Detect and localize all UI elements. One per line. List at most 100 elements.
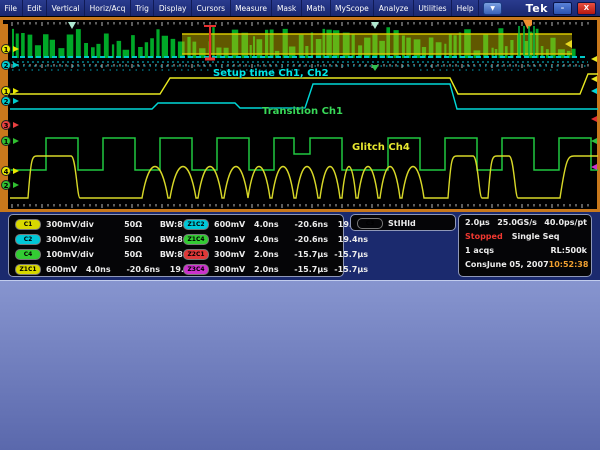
channel-marker-1[interactable]: 1 [1, 44, 11, 54]
channel-badge-z1c1[interactable]: Z1C1 [15, 264, 41, 275]
menu-item-cursors[interactable]: Cursors [192, 0, 231, 16]
menu-item-file[interactable]: File [0, 0, 23, 16]
bus-readout-box: C3 StIHld [350, 214, 456, 231]
menu-bar: FileEditVerticalHoriz/AcqTrigDisplayCurs… [0, 0, 600, 17]
readout-field: 2.0ns [254, 250, 284, 259]
channel-marker-arrow [13, 46, 19, 52]
channel-marker-2[interactable]: 2 [1, 60, 11, 70]
channel-marker-2[interactable]: 2 [1, 96, 11, 106]
channel-marker-arrow [13, 168, 19, 174]
readout-field: -15.7µs [328, 265, 368, 274]
readout-row: Z1C4100mV4.0ns-20.6ns19.4ns [183, 233, 368, 245]
acq-count: 1 acqs [465, 246, 494, 255]
bus-c3-badge[interactable]: C3 [357, 218, 383, 229]
menu-item-trig[interactable]: Trig [131, 0, 154, 16]
menu-item-math[interactable]: Math [302, 0, 331, 16]
channel-marker-2[interactable]: 2 [1, 180, 11, 190]
bus-label: StIHld [388, 219, 416, 228]
readout-row: C2300mV/div50ΩBW:8.0G [15, 233, 198, 245]
readout-field: 300mV/div [46, 220, 110, 229]
readout-row: Z3C4300mV2.0ns-15.7µs-15.7µs [183, 263, 368, 275]
channel-badge-c4[interactable]: C4 [15, 249, 41, 260]
minimize-button[interactable]: – [553, 2, 572, 15]
readout-field: -15.7µs [284, 265, 328, 274]
z3-zoom-label: Glitch Ch4 [352, 142, 410, 153]
level-arrow [591, 116, 597, 122]
readout-row: Z2C1300mV2.0ns-15.7µs-15.7µs [183, 248, 368, 260]
menu-item-analyze[interactable]: Analyze [374, 0, 414, 16]
readout-field: 50Ω [110, 250, 142, 259]
readout-field: 19.4ns [328, 235, 368, 244]
acquisition-readout-box: 2.0µs 25.0GS/s 40.0ps/pt Stopped Single … [458, 214, 592, 277]
readout-field: -15.7µs [284, 250, 328, 259]
channel-marker-1[interactable]: 1 [1, 136, 11, 146]
menu-dropdown-icon[interactable]: ▼ [483, 2, 502, 15]
menu-item-mask[interactable]: Mask [272, 0, 301, 16]
readout-row: C1300mV/div50ΩBW:8.0G [15, 218, 198, 230]
readout-field: 100mV [214, 235, 254, 244]
resolution-readout: 40.0ps/pt [544, 218, 587, 227]
channel-marker-arrow [13, 138, 19, 144]
readout-field: 600mV [46, 265, 86, 274]
level-arrow [591, 164, 597, 170]
level-arrow [591, 138, 597, 144]
acq-mode: Single Seq [512, 232, 560, 241]
readout-field: 300mV [214, 250, 254, 259]
time-readout: 10:52:38 [549, 260, 589, 269]
date-readout: June 05, 2007 [487, 260, 549, 269]
acq-status: Stopped [465, 232, 503, 241]
waveform-display[interactable]: Setup time Ch1, Ch2 Transition Ch1 Glitc… [0, 16, 600, 212]
channel-badge-z2c1[interactable]: Z2C1 [183, 249, 209, 260]
level-arrow [591, 56, 597, 62]
readout-field: 4.0ns [254, 220, 284, 229]
z2-zoom-label: Transition Ch1 [262, 106, 343, 117]
readout-field: 300mV [214, 265, 254, 274]
channel-badge-z3c4[interactable]: Z3C4 [183, 264, 209, 275]
menu-items: FileEditVerticalHoriz/AcqTrigDisplayCurs… [0, 0, 479, 16]
readout-field: 50Ω [110, 220, 142, 229]
oscilloscope-screen: FileEditVerticalHoriz/AcqTrigDisplayCurs… [0, 0, 600, 450]
readout-field: 300mV/div [46, 235, 110, 244]
menu-item-horizacq[interactable]: Horiz/Acq [85, 0, 131, 16]
control-window: SelectConfigureResultsViewMode Results: … [0, 280, 600, 450]
readout-field: -20.6ns [116, 265, 160, 274]
readout-field: 100mV/div [46, 250, 110, 259]
menu-item-measure[interactable]: Measure [231, 0, 273, 16]
channel-badge-c2[interactable]: C2 [15, 234, 41, 245]
channel-marker-arrow [13, 122, 19, 128]
menu-item-edit[interactable]: Edit [23, 0, 48, 16]
readout-field: 4.0ns [86, 265, 116, 274]
channel-marker-3[interactable]: 3 [1, 120, 11, 130]
sample-rate-readout: 25.0GS/s [497, 218, 537, 227]
close-button[interactable]: X [577, 2, 596, 15]
readout-row: Z1C1600mV4.0ns-20.6ns19.4ns [15, 263, 200, 275]
channel-marker-arrow [13, 62, 19, 68]
menu-item-display[interactable]: Display [154, 0, 192, 16]
readout-field: -20.6ns [284, 220, 328, 229]
channel-badge-z1c4[interactable]: Z1C4 [183, 234, 209, 245]
record-length: RL:500k [551, 246, 587, 255]
channel-marker-arrow [13, 98, 19, 104]
menu-item-myscope[interactable]: MyScope [331, 0, 375, 16]
z1-zoom-label: Setup time Ch1, Ch2 [213, 68, 329, 79]
zoom1-region-band [182, 34, 572, 54]
readout-field: 2.0ns [254, 265, 284, 274]
level-arrow [591, 88, 597, 94]
cons-label: Cons [465, 260, 487, 269]
channel-marker-arrow [13, 88, 19, 94]
level-arrow [591, 76, 597, 82]
readout-field: -15.7µs [328, 250, 368, 259]
channel-marker-4[interactable]: 4 [1, 166, 11, 176]
menu-item-utilities[interactable]: Utilities [414, 0, 452, 16]
menubar-right: Tek – X [526, 2, 600, 15]
channel-badge-c1[interactable]: C1 [15, 219, 41, 230]
menu-item-vertical[interactable]: Vertical [47, 0, 85, 16]
readout-row: C4100mV/div50ΩBW:8.0G [15, 248, 198, 260]
readout-strip: C1300mV/div50ΩBW:8.0GC2300mV/div50ΩBW:8.… [0, 212, 600, 280]
channel-marker-1[interactable]: 1 [1, 86, 11, 96]
readout-row: Z1C2600mV4.0ns-20.6ns19.4ns [183, 218, 368, 230]
readout-field: -20.6ns [284, 235, 328, 244]
channel-readout-box: C1300mV/div50ΩBW:8.0GC2300mV/div50ΩBW:8.… [8, 214, 344, 277]
channel-badge-z1c2[interactable]: Z1C2 [183, 219, 209, 230]
menu-item-help[interactable]: Help [452, 0, 479, 16]
